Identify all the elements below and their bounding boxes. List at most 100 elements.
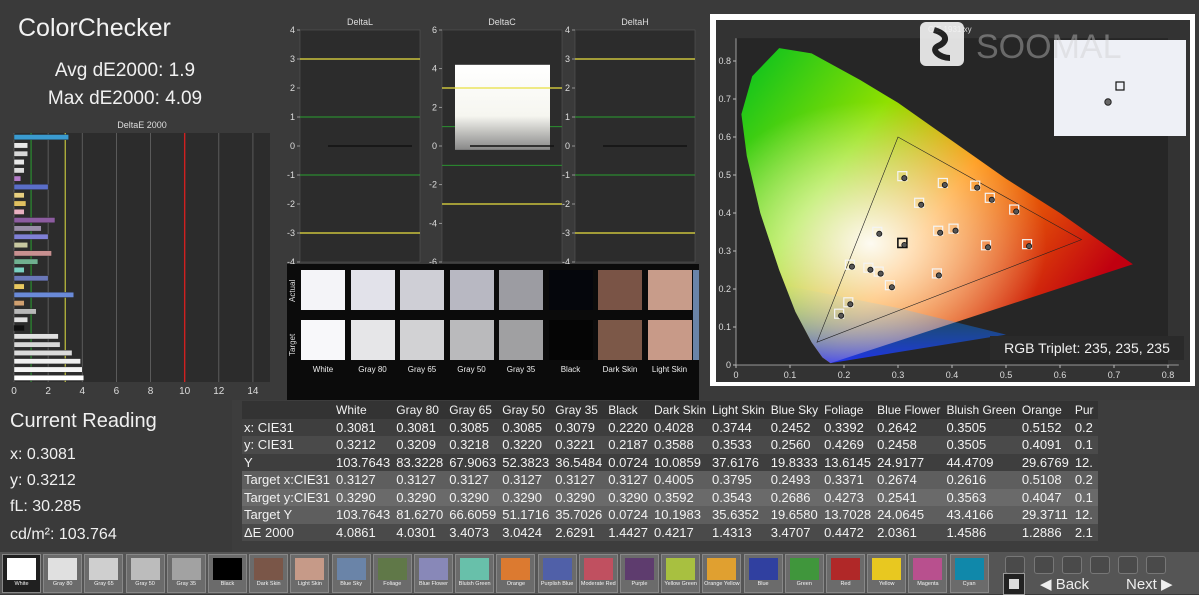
deltae-bar (13, 200, 27, 207)
patch-label: Gray 65 (94, 581, 114, 587)
table-cell: 0.2187 (608, 437, 648, 453)
swatch-label: Black (560, 365, 581, 374)
patch-color (501, 558, 531, 580)
reading-fl: fL: 30.285 (10, 498, 82, 515)
patch-button[interactable]: Orange Yellow (702, 554, 742, 593)
deltae-bar (13, 366, 83, 373)
deltae-bar (13, 358, 81, 365)
table-cell: 29.3711 (1021, 507, 1068, 523)
table-header: Gray 50 (502, 402, 545, 417)
loop-button[interactable] (1090, 556, 1110, 574)
delta-chart-title: DeltaH (621, 17, 649, 27)
next-button[interactable]: Next ▶ (1126, 575, 1196, 593)
table-cell: 4.0301 (396, 524, 436, 540)
patch-button[interactable]: Gray 65 (84, 554, 124, 593)
back-button[interactable]: ◀ Back (1040, 575, 1110, 593)
actual-swatch (548, 270, 593, 310)
delta-tick-label: 2 (565, 83, 570, 93)
table-cell: 67.9063 (449, 454, 497, 470)
table-cell: 19.8333 (770, 454, 818, 470)
patch-button[interactable]: Bluish Green (455, 554, 495, 593)
table-header: Gray 65 (449, 402, 492, 417)
patch-button[interactable]: Foliage (372, 554, 412, 593)
patch-button[interactable]: Green (784, 554, 824, 593)
deltae-tick-label: 14 (247, 386, 259, 397)
patch-button[interactable]: Red (826, 554, 865, 593)
table-header: White (336, 402, 367, 417)
table-cell: 0.3290 (502, 489, 542, 505)
patch-button[interactable]: Cyan (949, 554, 989, 593)
table-header: Blue Flower (877, 402, 941, 417)
delta-chart-title: DeltaL (347, 17, 373, 27)
table-row: Target x:CIE31 0.3127 0.3127 0.3127 0.3127 0.… (242, 471, 1098, 489)
patch-button[interactable]: Dark Skin (249, 554, 289, 593)
patch-button[interactable]: Black (208, 554, 247, 593)
patch-button[interactable]: Yellow Green (661, 554, 701, 593)
delta-tick-label: 0 (565, 141, 570, 151)
page-title: ColorChecker (18, 14, 171, 42)
table-cell: 103.7643 (336, 507, 391, 523)
table-header: Dark Skin (654, 402, 707, 417)
patch-button[interactable]: Blue Flower (414, 554, 453, 593)
record-button[interactable] (1118, 556, 1138, 574)
stop-square-icon[interactable] (1003, 573, 1025, 595)
deltae-tick-label: 0 (11, 386, 17, 397)
patch-button[interactable]: Orange (496, 554, 536, 593)
deltae-bar (13, 283, 25, 290)
table-row: ΔE 2000 4.0861 4.0301 3.4073 3.0424 2.6291 1.4… (242, 523, 1098, 541)
table-cell: 0.3220 (502, 437, 542, 453)
patch-button[interactable]: Gray 80 (43, 554, 83, 593)
actual-swatch (598, 270, 642, 310)
table-header: Black (608, 402, 638, 417)
table-cell: 13.6145 (824, 454, 872, 470)
reading-cdm2: cd/m²: 103.764 (10, 526, 117, 543)
deltae-bar (13, 150, 28, 157)
patch-button[interactable]: Purplish Blue (537, 554, 577, 593)
table-cell: 66.6059 (449, 507, 497, 523)
table-cell: 35.6352 (712, 507, 760, 523)
table-cell: 0.2493 (770, 472, 811, 488)
patch-button[interactable]: Magenta (908, 554, 948, 593)
table-cell: 0.2560 (770, 437, 811, 453)
table-cell: 1.4313 (712, 524, 752, 540)
pause-button[interactable] (1005, 556, 1025, 574)
target-swatch (449, 320, 494, 360)
cie-y-tick-label: 0.7 (718, 94, 731, 104)
table-cell: 3.4073 (449, 524, 489, 540)
target-swatch (350, 320, 395, 360)
table-cell: 51.1716 (502, 507, 550, 523)
patch-button[interactable]: Blue (743, 554, 783, 593)
measured-point (847, 301, 854, 308)
deltae-bar (13, 341, 61, 348)
patch-label: Gray 50 (135, 581, 155, 587)
table-cell: 24.0645 (877, 507, 925, 523)
table-cell: 0.3085 (502, 419, 542, 435)
deltae-bar (13, 316, 28, 323)
patch-button[interactable]: Light Skin (290, 554, 330, 593)
patch-color (460, 558, 490, 580)
actual-swatch (647, 270, 692, 310)
patch-button[interactable]: White (2, 554, 41, 593)
swatch-label: Gray 35 (506, 365, 536, 374)
table-cell: 0.3290 (449, 489, 489, 505)
table-cell: ΔE 2000 (244, 524, 294, 540)
measured-point (974, 184, 981, 191)
patch-button[interactable]: Gray 35 (166, 554, 206, 593)
patch-button[interactable]: Yellow (867, 554, 907, 593)
patch-button[interactable]: Blue Sky (331, 554, 371, 593)
deltae-bar (13, 159, 25, 165)
play-button[interactable] (1062, 556, 1082, 574)
settings-button[interactable] (1146, 556, 1166, 574)
cie-y-tick-label: 0.2 (718, 284, 731, 294)
patch-button[interactable]: Moderate Red (578, 554, 618, 593)
table-cell: 0.1 (1074, 437, 1093, 453)
delta-tick-label: -2 (429, 180, 437, 190)
stop-button[interactable] (1034, 556, 1054, 574)
table-cell: 0.3505 (946, 437, 987, 453)
patch-label: Purple (631, 581, 648, 587)
table-cell: 0.3209 (396, 437, 436, 453)
table-cell: 0.4273 (824, 489, 864, 505)
table-cell: 12. (1074, 454, 1093, 470)
patch-button[interactable]: Purple (620, 554, 659, 593)
patch-button[interactable]: Gray 50 (125, 554, 165, 593)
